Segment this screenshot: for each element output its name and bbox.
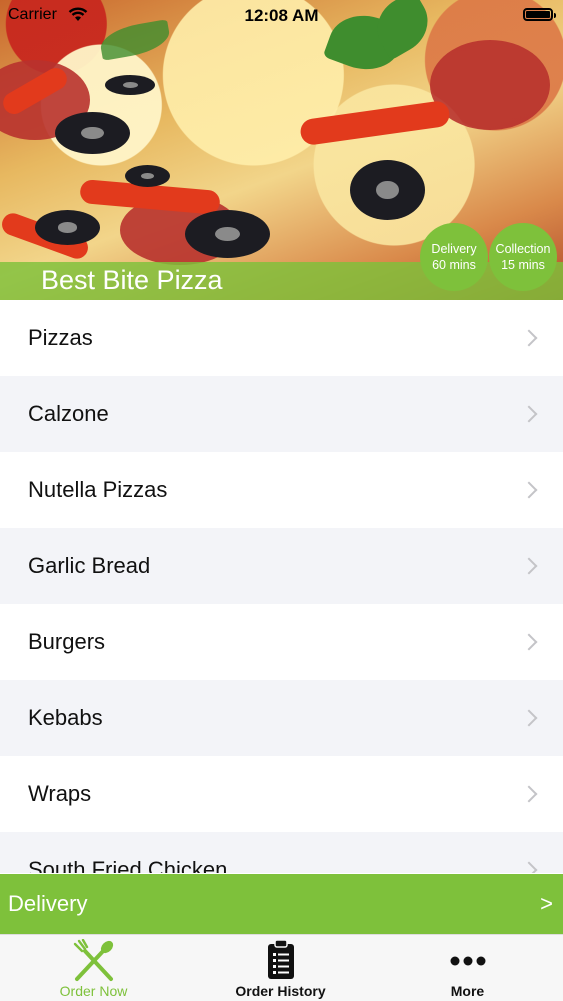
- menu-item-pizzas[interactable]: Pizzas: [0, 300, 563, 376]
- clock: 12:08 AM: [244, 6, 319, 25]
- tab-order-now[interactable]: Order Now: [0, 935, 187, 1001]
- tab-label: Order Now: [59, 983, 128, 999]
- menu-item-kebabs[interactable]: Kebabs: [0, 680, 563, 756]
- menu-item-wraps[interactable]: Wraps: [0, 756, 563, 832]
- menu-item-south-fried-chicken[interactable]: South Fried Chicken: [0, 832, 563, 873]
- chevron-right-icon: [520, 557, 538, 575]
- battery-icon: [523, 8, 556, 21]
- delivery-time-badge: Delivery 60 mins: [420, 223, 488, 291]
- chevron-right-icon: [520, 709, 538, 727]
- status-bar: Carrier 12:08 AM: [0, 0, 563, 30]
- chevron-right-icon: [520, 329, 538, 347]
- menu-item-label: South Fried Chicken: [28, 857, 228, 873]
- arrow-right-icon: >: [540, 891, 553, 916]
- delivery-mode-bar[interactable]: Delivery >: [0, 874, 563, 934]
- hero-image: Carrier 12:08 AM Best Bite Pizza Deliver…: [0, 0, 563, 300]
- collection-badge-label: Collection: [495, 242, 551, 256]
- menu-item-label: Nutella Pizzas: [28, 477, 168, 502]
- tab-bar: Order Now Order History More: [0, 934, 563, 1001]
- menu-item-burgers[interactable]: Burgers: [0, 604, 563, 680]
- menu-item-nutella-pizzas[interactable]: Nutella Pizzas: [0, 452, 563, 528]
- menu-item-label: Burgers: [28, 629, 106, 654]
- tab-order-history[interactable]: Order History: [187, 935, 374, 1001]
- menu-item-garlic-bread[interactable]: Garlic Bread: [0, 528, 563, 604]
- chevron-right-icon: [520, 633, 538, 651]
- menu-item-label: Garlic Bread: [28, 553, 151, 578]
- delivery-badge-time: 60 mins: [432, 258, 476, 272]
- menu-category-list[interactable]: Pizzas Calzone Nutella Pizzas Garlic Bre…: [0, 300, 563, 873]
- fork-knife-icon: [73, 939, 113, 981]
- menu-item-label: Kebabs: [28, 705, 103, 730]
- clipboard-list-icon: [267, 939, 294, 979]
- menu-item-label: Calzone: [28, 401, 109, 426]
- tab-more[interactable]: More: [374, 935, 561, 1001]
- chevron-right-icon: [520, 785, 538, 803]
- menu-item-label: Pizzas: [28, 325, 93, 350]
- store-name: Best Bite Pizza: [41, 265, 223, 295]
- more-dots-icon: [450, 956, 485, 966]
- collection-time-badge: Collection 15 mins: [489, 223, 557, 291]
- menu-item-calzone[interactable]: Calzone: [0, 376, 563, 452]
- menu-item-label: Wraps: [28, 781, 92, 806]
- collection-badge-time: 15 mins: [501, 258, 545, 272]
- delivery-badge-label: Delivery: [431, 242, 477, 256]
- delivery-mode-label: Delivery: [8, 891, 88, 916]
- chevron-right-icon: [520, 481, 538, 499]
- chevron-right-icon: [520, 405, 538, 423]
- chevron-right-icon: [520, 861, 538, 873]
- tab-label: Order History: [235, 983, 326, 999]
- tab-label: More: [450, 983, 485, 999]
